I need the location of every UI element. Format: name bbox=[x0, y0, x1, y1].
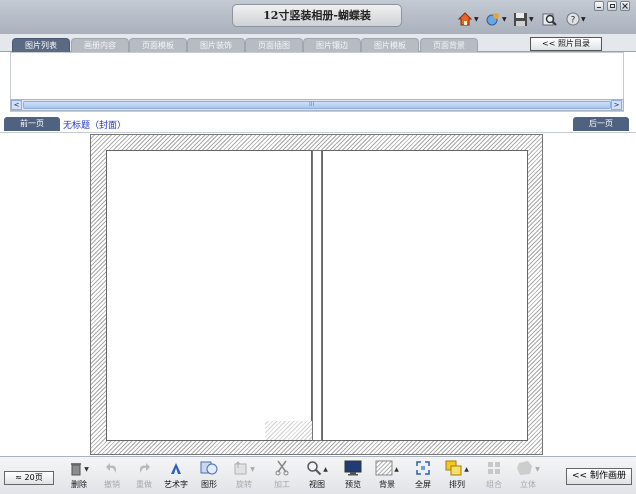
art-text-button[interactable]: 艺术字 bbox=[160, 459, 192, 493]
background-icon bbox=[375, 460, 393, 479]
restore-icon[interactable] bbox=[607, 1, 617, 11]
spine-gutter bbox=[312, 150, 322, 441]
undo-label: 撤销 bbox=[104, 480, 120, 489]
background-button[interactable]: ▲ 背景 bbox=[371, 459, 403, 493]
right-page[interactable] bbox=[322, 150, 528, 441]
preview-button[interactable]: 预览 bbox=[337, 459, 369, 493]
fullscreen-icon bbox=[416, 460, 430, 478]
tab-photo-template[interactable]: 图片模板 bbox=[361, 38, 419, 52]
title-bar: 12寸竖装相册-蝴蝶装 ▼ ▼ ▼ ? ▼ bbox=[0, 0, 636, 34]
make-album-button[interactable]: << 制作画册 bbox=[566, 468, 632, 485]
scroll-right-button[interactable]: > bbox=[611, 100, 622, 110]
left-page[interactable] bbox=[106, 150, 327, 441]
rotate-label: 旋转 bbox=[236, 480, 252, 489]
editing-canvas[interactable] bbox=[0, 134, 636, 456]
redo-icon bbox=[137, 461, 151, 478]
scissors-icon bbox=[275, 460, 289, 479]
save-icon[interactable]: ▼ bbox=[513, 10, 534, 28]
arrange-label: 排列 bbox=[449, 480, 465, 489]
shape-button[interactable]: 图形 bbox=[193, 459, 225, 493]
pages-count-button[interactable]: ≈ 20页 bbox=[4, 471, 54, 485]
view-button[interactable]: ▲ 视图 bbox=[301, 459, 333, 493]
tab-photo-border[interactable]: 图片镶边 bbox=[303, 38, 361, 52]
group-button[interactable]: 组合 bbox=[478, 459, 510, 493]
tab-photo-decoration[interactable]: 图片装饰 bbox=[187, 38, 245, 52]
tab-photo-list[interactable]: 图片列表 bbox=[12, 38, 70, 52]
scroll-left-button[interactable]: < bbox=[11, 100, 22, 110]
trash-icon bbox=[69, 460, 83, 479]
horizontal-scrollbar[interactable]: < III > bbox=[10, 99, 624, 111]
help-icon[interactable]: ? ▼ bbox=[566, 10, 586, 28]
page-nav-bar: 前一页 无标题（封面） 后一页 bbox=[0, 115, 636, 133]
album-spread[interactable] bbox=[90, 134, 543, 455]
window-title: 12寸竖装相册-蝴蝶装 bbox=[232, 4, 402, 27]
scrollbar-grip: III bbox=[309, 101, 315, 108]
preview-label: 预览 bbox=[345, 480, 361, 489]
bottom-toolbar: ≈ 20页 ▼ 删除 撤销 重做 艺术字 图形 ▼ 旋转 加工 ▲ 视图 预览 … bbox=[0, 456, 636, 494]
album-editor-window: 12寸竖装相册-蝴蝶装 ▼ ▼ ▼ ? ▼ 图片列表 画册内容 页面模板 图片装… bbox=[0, 0, 636, 494]
monitor-icon bbox=[344, 460, 362, 479]
prev-page-button[interactable]: 前一页 bbox=[4, 117, 60, 131]
tab-page-illustration[interactable]: 页面插图 bbox=[245, 38, 303, 52]
tab-album-content[interactable]: 画册内容 bbox=[71, 38, 129, 52]
shape-icon bbox=[200, 460, 218, 479]
delete-label: 删除 bbox=[71, 480, 87, 489]
rotate-icon bbox=[233, 460, 249, 479]
colorize-icon[interactable]: ▼ bbox=[485, 10, 507, 28]
solid-button[interactable]: ▼ 立体 bbox=[512, 459, 544, 493]
group-icon bbox=[487, 461, 501, 478]
tab-page-template[interactable]: 页面模板 bbox=[129, 38, 187, 52]
edit-button[interactable]: 加工 bbox=[266, 459, 298, 493]
search-icon[interactable] bbox=[542, 10, 558, 28]
tab-page-background[interactable]: 页面背景 bbox=[420, 38, 478, 52]
home-icon[interactable]: ▼ bbox=[457, 10, 479, 28]
redo-button[interactable]: 重做 bbox=[128, 459, 160, 493]
solid-icon bbox=[516, 460, 534, 479]
solid-label: 立体 bbox=[520, 480, 536, 489]
background-label: 背景 bbox=[379, 480, 395, 489]
scrollbar-thumb[interactable] bbox=[23, 101, 611, 109]
next-page-button[interactable]: 后一页 bbox=[573, 117, 629, 131]
magnifier-icon bbox=[306, 460, 322, 479]
fullscreen-button[interactable]: 全屏 bbox=[407, 459, 439, 493]
group-label: 组合 bbox=[486, 480, 502, 489]
view-label: 视图 bbox=[309, 480, 325, 489]
rotate-button[interactable]: ▼ 旋转 bbox=[228, 459, 260, 493]
arrange-button[interactable]: ▲ 排列 bbox=[441, 459, 473, 493]
photo-directory-button[interactable]: << 照片目录 bbox=[530, 37, 602, 51]
shape-label: 图形 bbox=[201, 480, 217, 489]
page-title[interactable]: 无标题（封面） bbox=[63, 118, 126, 131]
svg-text:?: ? bbox=[571, 16, 576, 26]
fullscreen-label: 全屏 bbox=[415, 480, 431, 489]
redo-label: 重做 bbox=[136, 480, 152, 489]
minimize-icon[interactable] bbox=[594, 1, 604, 11]
art-text-label: 艺术字 bbox=[164, 480, 188, 489]
undo-icon bbox=[105, 461, 119, 478]
arrange-icon bbox=[445, 460, 463, 479]
undo-button[interactable]: 撤销 bbox=[96, 459, 128, 493]
close-icon[interactable] bbox=[620, 1, 630, 11]
edit-label: 加工 bbox=[274, 480, 290, 489]
art-text-icon bbox=[169, 461, 183, 478]
delete-button[interactable]: ▼ 删除 bbox=[63, 459, 95, 493]
